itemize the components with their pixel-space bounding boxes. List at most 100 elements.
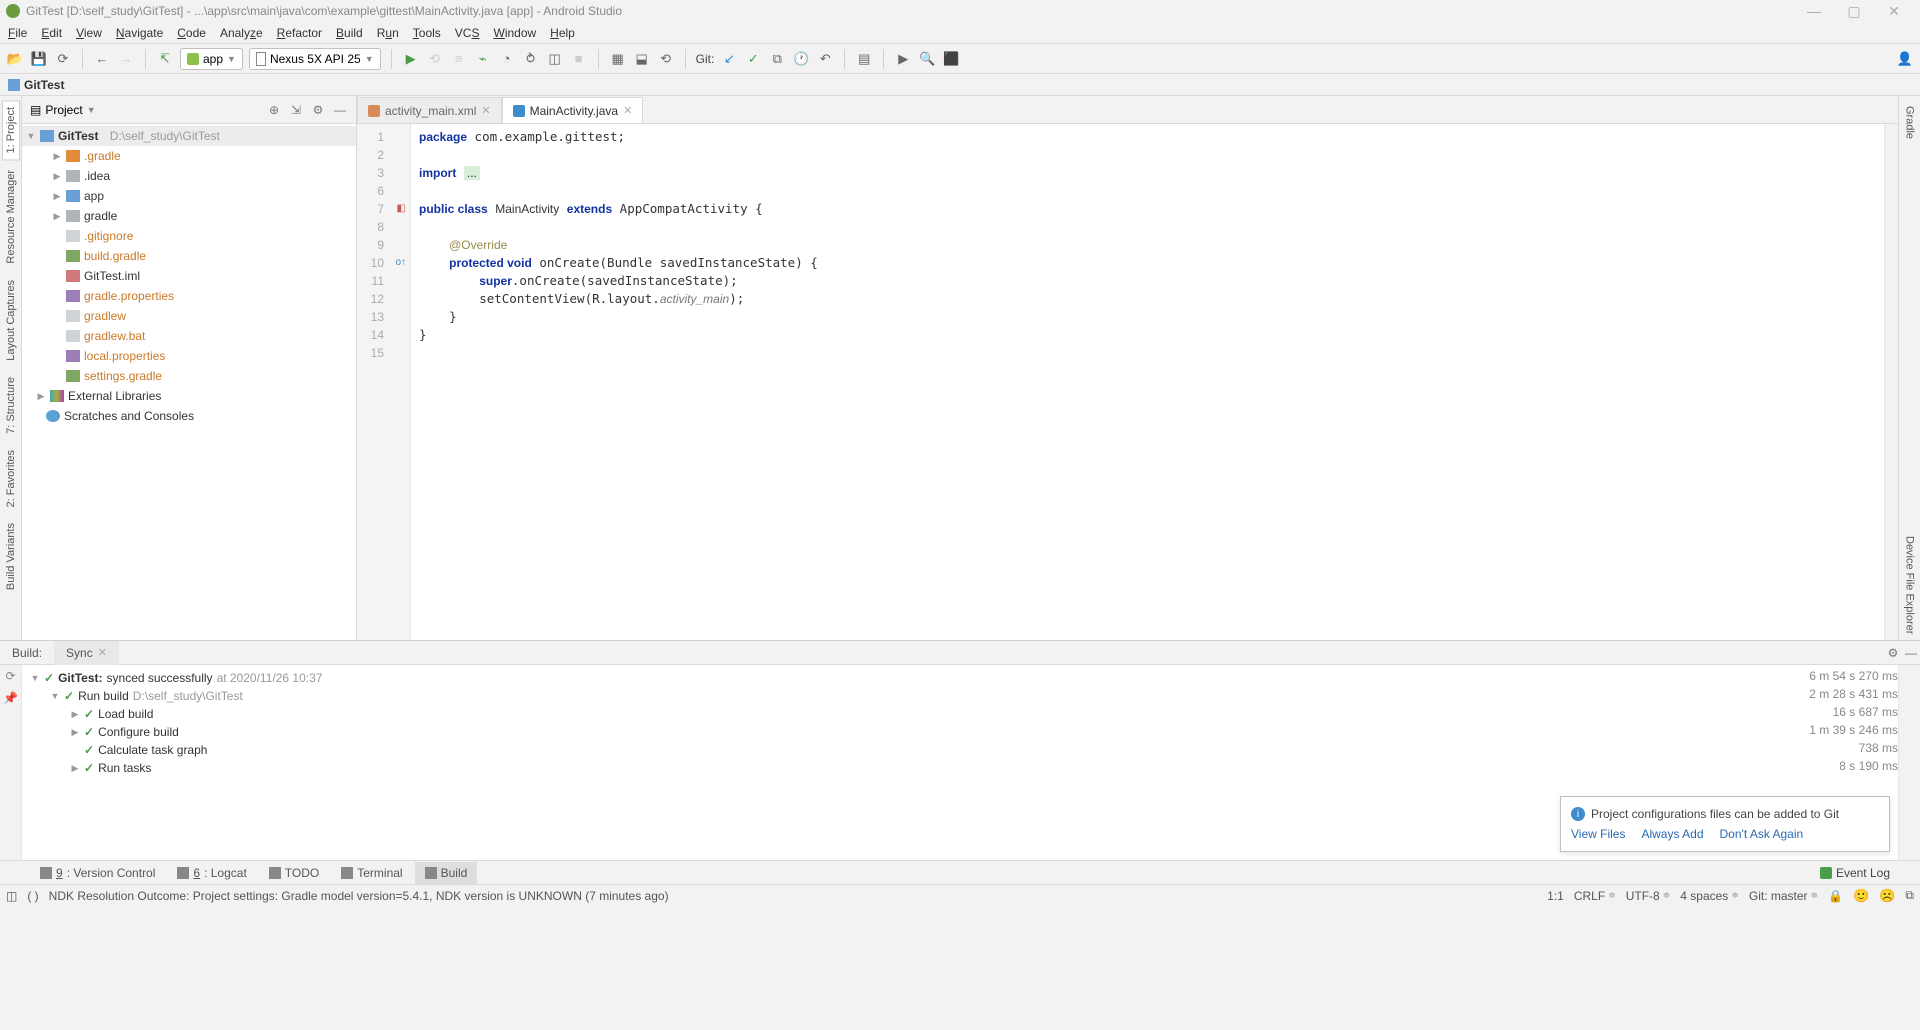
menu-window[interactable]: Window: [493, 26, 536, 40]
back-icon[interactable]: ←: [93, 50, 111, 68]
hide-icon[interactable]: —: [1902, 646, 1920, 660]
minimize-button[interactable]: —: [1794, 3, 1834, 19]
tool-build[interactable]: Build: [415, 862, 478, 884]
close-icon[interactable]: ✕: [98, 646, 107, 659]
breadcrumb-root[interactable]: GitTest: [24, 78, 64, 92]
tab-resource-manager[interactable]: Resource Manager: [3, 164, 19, 270]
status-position[interactable]: 1:1: [1547, 889, 1564, 903]
restart-icon[interactable]: ⟳: [5, 669, 15, 683]
target-icon[interactable]: ⊕: [266, 102, 282, 118]
tab-main-activity[interactable]: MainActivity.java ✕: [502, 97, 644, 123]
menu-navigate[interactable]: Navigate: [116, 26, 163, 40]
build-tab-sync[interactable]: Sync✕: [54, 641, 119, 665]
save-icon[interactable]: 💾: [30, 50, 48, 68]
sdk-icon[interactable]: ⬓: [633, 50, 651, 68]
gear-icon[interactable]: ⚙: [310, 102, 326, 118]
tree-item[interactable]: ▶app: [22, 186, 356, 206]
device-dropdown[interactable]: Nexus 5X API 25 ▼: [249, 48, 381, 70]
collapse-icon[interactable]: ⇲: [288, 102, 304, 118]
build-hammer-icon[interactable]: ↸: [156, 50, 174, 68]
tree-item[interactable]: ▶.gradle: [22, 146, 356, 166]
editor-gutter[interactable]: 1236789101112131415 ◧ o↑: [357, 124, 411, 640]
maximize-button[interactable]: ▢: [1834, 3, 1874, 20]
status-indent[interactable]: 4 spaces≑: [1680, 889, 1739, 903]
build-row[interactable]: ▼✓Run build D:\self_study\GitTest: [30, 687, 1890, 705]
sync-icon[interactable]: ⟳: [54, 50, 72, 68]
build-row[interactable]: ✓Calculate task graph: [30, 741, 1890, 759]
emulator-icon[interactable]: ▶: [894, 50, 912, 68]
tab-structure[interactable]: 7: Structure: [3, 371, 19, 440]
memory-icon[interactable]: ⬛: [942, 50, 960, 68]
gutter-mark-class[interactable]: ◧: [390, 200, 406, 214]
tree-external-libraries[interactable]: ▶ External Libraries: [22, 386, 356, 406]
menu-view[interactable]: View: [76, 26, 102, 40]
tree-item[interactable]: gradle.properties: [22, 286, 356, 306]
status-git-branch[interactable]: Git: master≑: [1749, 889, 1818, 903]
tree-item[interactable]: build.gradle: [22, 246, 356, 266]
debug-icon[interactable]: ≡: [450, 50, 468, 68]
structure-icon[interactable]: ▤: [855, 50, 873, 68]
build-row[interactable]: ▶✓Load build: [30, 705, 1890, 723]
gradle-sync-icon[interactable]: ⟲: [657, 50, 675, 68]
attach-icon[interactable]: ⥁: [522, 50, 540, 68]
project-tree[interactable]: ▼ GitTest D:\self_study\GitTest ▶.gradle…: [22, 124, 356, 640]
gutter-mark-override[interactable]: o↑: [390, 254, 406, 268]
status-bg-icon[interactable]: ( ): [27, 889, 38, 903]
menu-run[interactable]: Run: [377, 26, 399, 40]
event-log-button[interactable]: Event Log: [1820, 866, 1890, 880]
build-row[interactable]: ▼✓GitTest: synced successfully at 2020/1…: [30, 669, 1890, 687]
tree-item[interactable]: gradlew: [22, 306, 356, 326]
close-button[interactable]: ✕: [1874, 3, 1914, 20]
run-icon[interactable]: ▶: [402, 50, 420, 68]
link-dont-ask[interactable]: Don't Ask Again: [1720, 827, 1804, 841]
pin-icon[interactable]: 📌: [3, 691, 18, 705]
tree-item[interactable]: ▶.idea: [22, 166, 356, 186]
tab-project[interactable]: 1: Project: [2, 100, 20, 160]
tool-todo[interactable]: TODO: [259, 862, 329, 884]
tree-item[interactable]: local.properties: [22, 346, 356, 366]
link-always-add[interactable]: Always Add: [1641, 827, 1703, 841]
face-smile-icon[interactable]: 🙂: [1853, 888, 1869, 904]
profile-icon[interactable]: ◔: [498, 50, 516, 68]
coverage-icon[interactable]: ◫: [546, 50, 564, 68]
menu-build[interactable]: Build: [336, 26, 363, 40]
tab-gradle[interactable]: Gradle: [1902, 100, 1918, 145]
tree-item[interactable]: .gitignore: [22, 226, 356, 246]
git-rollback-icon[interactable]: ↶: [816, 50, 834, 68]
apply-changes-icon[interactable]: ⟲: [426, 50, 444, 68]
close-icon[interactable]: ✕: [481, 104, 490, 117]
lock-icon[interactable]: 🔒: [1828, 889, 1843, 903]
user-icon[interactable]: 👤: [1896, 50, 1914, 68]
tab-activity-main[interactable]: activity_main.xml ✕: [357, 97, 502, 123]
code-editor[interactable]: package com.example.gittest; import ... …: [411, 124, 1884, 640]
tree-scratches[interactable]: Scratches and Consoles: [22, 406, 356, 426]
build-tab-build[interactable]: Build:: [0, 641, 54, 665]
tool-version-control[interactable]: 9: Version Control: [30, 862, 165, 884]
tab-build-variants[interactable]: Build Variants: [3, 517, 19, 596]
tab-device-explorer[interactable]: Device File Explorer: [1902, 530, 1918, 640]
link-view-files[interactable]: View Files: [1571, 827, 1625, 841]
menu-edit[interactable]: Edit: [41, 26, 62, 40]
git-compare-icon[interactable]: ⧉: [768, 50, 786, 68]
git-history-icon[interactable]: 🕐: [792, 50, 810, 68]
run-config-dropdown[interactable]: app ▼: [180, 48, 243, 70]
build-row[interactable]: ▶✓Configure build: [30, 723, 1890, 741]
tree-item[interactable]: ▶gradle: [22, 206, 356, 226]
search-icon[interactable]: 🔍: [918, 50, 936, 68]
build-row[interactable]: ▶✓Run tasks: [30, 759, 1890, 777]
tool-terminal[interactable]: Terminal: [331, 862, 412, 884]
hide-icon[interactable]: —: [332, 102, 348, 118]
face-sad-icon[interactable]: ☹️: [1879, 888, 1895, 904]
menu-vcs[interactable]: VCS: [455, 26, 480, 40]
status-tray-icon[interactable]: ◫: [6, 889, 17, 903]
status-encoding[interactable]: UTF-8≑: [1626, 889, 1671, 903]
tab-favorites[interactable]: 2: Favorites: [3, 444, 19, 513]
tree-root[interactable]: ▼ GitTest D:\self_study\GitTest: [22, 126, 356, 146]
menu-refactor[interactable]: Refactor: [277, 26, 322, 40]
processes-icon[interactable]: ⧉: [1905, 888, 1914, 903]
open-icon[interactable]: 📂: [6, 50, 24, 68]
git-commit-icon[interactable]: ✓: [744, 50, 762, 68]
close-icon[interactable]: ✕: [623, 104, 632, 117]
tree-item[interactable]: settings.gradle: [22, 366, 356, 386]
forward-icon[interactable]: →: [117, 50, 135, 68]
